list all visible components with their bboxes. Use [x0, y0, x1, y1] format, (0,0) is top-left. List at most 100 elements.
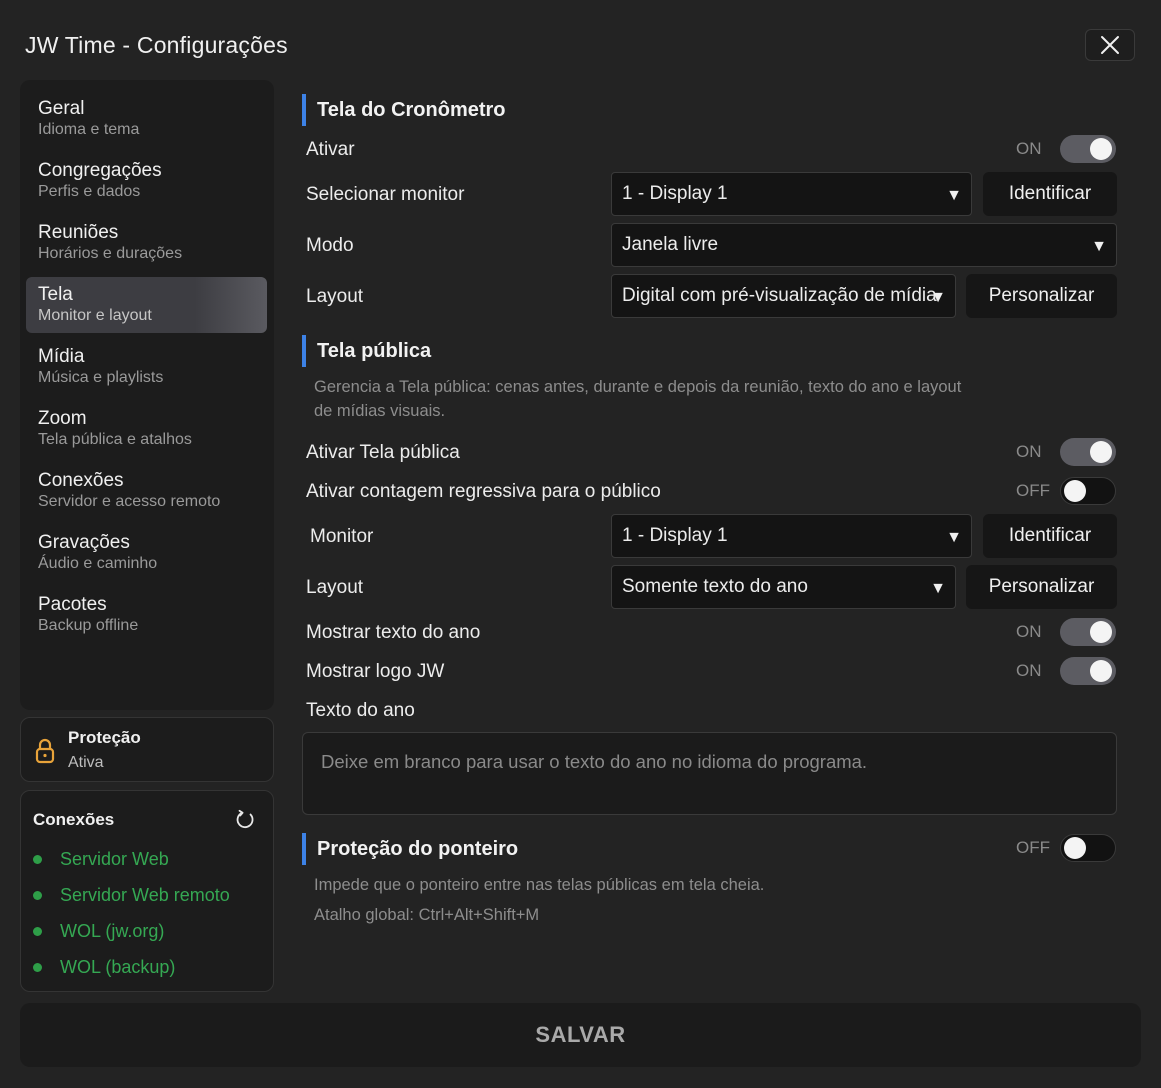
- pointer-protection-toggle[interactable]: [1060, 834, 1116, 862]
- public-customize-button[interactable]: Personalizar: [966, 565, 1117, 609]
- sidebar-item-label: Tela: [38, 284, 73, 305]
- timer-customize-button[interactable]: Personalizar: [966, 274, 1117, 318]
- toggle-state-text: ON: [1016, 661, 1042, 680]
- dropdown-arrow-icon: ▼: [930, 289, 946, 306]
- connections-title: Conexões: [33, 810, 115, 829]
- window-title: JW Time - Configurações: [25, 32, 288, 58]
- connection-label: Servidor Web: [60, 848, 169, 869]
- refresh-icon[interactable]: [234, 809, 256, 831]
- connection-item-servidor-web-remoto: Servidor Web remoto: [33, 883, 230, 907]
- toggle-state-text: ON: [1016, 622, 1042, 641]
- sidebar-item-gravacoes[interactable]: Gravações Áudio e caminho: [20, 528, 274, 590]
- sidebar-item-congregacoes[interactable]: Congregações Perfis e dados: [20, 156, 274, 218]
- sidebar-item-sublabel: Áudio e caminho: [38, 555, 158, 572]
- enable-public-toggle[interactable]: [1060, 438, 1116, 466]
- protection-status: Ativa: [68, 754, 104, 771]
- connection-item-wol-jw: WOL (jw.org): [33, 919, 164, 943]
- close-icon: [1101, 36, 1119, 54]
- show-yeartext-toggle-row: ON: [1016, 618, 1116, 646]
- public-layout-select[interactable]: Somente texto do ano ▼: [611, 565, 956, 609]
- toggle-knob: [1090, 660, 1112, 682]
- sidebar-nav: Geral Idioma e tema Congregações Perfis …: [20, 80, 274, 710]
- section-accent-bar: [302, 335, 306, 367]
- sidebar-item-label: Congregações: [38, 160, 162, 181]
- sidebar-item-sublabel: Monitor e layout: [38, 307, 152, 324]
- enable-public-toggle-row: ON: [1016, 438, 1116, 466]
- sidebar-item-sublabel: Servidor e acesso remoto: [38, 493, 221, 510]
- pointer-protection-shortcut: Atalho global: Ctrl+Alt+Shift+M: [314, 906, 540, 924]
- toggle-state-text: OFF: [1016, 838, 1050, 857]
- status-dot-icon: [33, 854, 42, 864]
- yeartext-input[interactable]: Deixe em branco para usar o texto do ano…: [302, 732, 1117, 815]
- select-value: 1 - Display 1: [622, 183, 728, 204]
- sidebar-item-sublabel: Perfis e dados: [38, 183, 141, 200]
- sidebar-item-pacotes[interactable]: Pacotes Backup offline: [20, 590, 274, 652]
- show-logo-label: Mostrar logo JW: [306, 661, 445, 682]
- sidebar-item-zoom[interactable]: Zoom Tela pública e atalhos: [20, 404, 274, 466]
- status-dot-icon: [33, 926, 42, 936]
- select-value: Digital com pré-visualização de mídia: [622, 285, 937, 306]
- description-line: Gerencia a Tela pública: cenas antes, du…: [314, 378, 962, 396]
- sidebar-item-sublabel: Horários e durações: [38, 245, 183, 262]
- sidebar-item-sublabel: Música e playlists: [38, 369, 164, 386]
- select-value: Somente texto do ano: [622, 576, 808, 597]
- public-screen-description: Gerencia a Tela pública: cenas antes, du…: [314, 375, 961, 423]
- show-logo-toggle[interactable]: [1060, 657, 1116, 685]
- sidebar-item-conexoes[interactable]: Conexões Servidor e acesso remoto: [20, 466, 274, 528]
- timer-monitor-select[interactable]: 1 - Display 1 ▼: [611, 172, 972, 216]
- toggle-state-text: OFF: [1016, 481, 1050, 500]
- select-value: 1 - Display 1: [622, 525, 728, 546]
- sidebar-item-geral[interactable]: Geral Idioma e tema: [20, 94, 274, 156]
- section-accent-bar: [302, 94, 306, 126]
- pointer-protection-description: Impede que o ponteiro entre nas telas pú…: [314, 876, 765, 894]
- enable-public-label: Ativar Tela pública: [306, 442, 460, 463]
- public-monitor-select[interactable]: 1 - Display 1 ▼: [611, 514, 972, 558]
- sidebar-item-sublabel: Idioma e tema: [38, 121, 140, 138]
- select-monitor-label: Selecionar monitor: [306, 184, 465, 205]
- section-title: Tela do Cronômetro: [317, 98, 506, 121]
- dropdown-arrow-icon: ▼: [946, 187, 962, 204]
- section-title: Proteção do ponteiro: [317, 837, 519, 860]
- activate-toggle-row: ON: [1016, 135, 1116, 163]
- toggle-knob: [1090, 621, 1112, 643]
- connection-item-wol-backup: WOL (backup): [33, 955, 175, 979]
- toggle-knob: [1064, 480, 1086, 502]
- sidebar-item-tela[interactable]: Tela Monitor e layout: [20, 277, 274, 342]
- select-value: Janela livre: [622, 234, 719, 255]
- timer-layout-label: Layout: [306, 286, 364, 307]
- mode-label: Modo: [306, 235, 354, 256]
- timer-mode-select[interactable]: Janela livre ▼: [611, 223, 1117, 267]
- connections-card: Conexões Servidor Web Servidor Web remot…: [20, 790, 274, 992]
- toggle-state-text: ON: [1016, 139, 1042, 158]
- public-monitor-label: Monitor: [310, 526, 374, 547]
- activate-label: Ativar: [306, 139, 355, 160]
- toggle-knob: [1064, 837, 1086, 859]
- sidebar-item-midia[interactable]: Mídia Música e playlists: [20, 342, 274, 404]
- toggle-knob: [1090, 441, 1112, 463]
- show-yeartext-toggle[interactable]: [1060, 618, 1116, 646]
- save-button[interactable]: SALVAR: [20, 1003, 1141, 1067]
- sidebar-item-label: Mídia: [38, 346, 85, 367]
- status-dot-icon: [33, 962, 42, 972]
- timer-layout-select[interactable]: Digital com pré-visualização de mídia ▼: [611, 274, 956, 318]
- dropdown-arrow-icon: ▼: [1091, 238, 1107, 255]
- protection-card[interactable]: Proteção Ativa: [20, 717, 274, 782]
- public-layout-label: Layout: [306, 577, 364, 598]
- sidebar-item-reunioes[interactable]: Reuniões Horários e durações: [20, 218, 274, 280]
- dropdown-arrow-icon: ▼: [930, 580, 946, 597]
- public-identify-button[interactable]: Identificar: [983, 514, 1117, 558]
- yeartext-label: Texto do ano: [306, 700, 415, 721]
- activate-toggle[interactable]: [1060, 135, 1116, 163]
- sidebar-item-label: Gravações: [38, 532, 130, 553]
- show-yeartext-label: Mostrar texto do ano: [306, 622, 481, 643]
- close-button[interactable]: [1085, 29, 1135, 61]
- section-pointer-protection: Proteção do ponteiro: [302, 833, 518, 865]
- countdown-toggle[interactable]: [1060, 477, 1116, 505]
- protection-title: Proteção: [68, 728, 141, 747]
- sidebar-item-sublabel: Backup offline: [38, 617, 139, 634]
- section-title: Tela pública: [317, 339, 432, 362]
- show-logo-toggle-row: ON: [1016, 657, 1116, 685]
- countdown-toggle-row: OFF: [1016, 477, 1116, 505]
- toggle-knob: [1090, 138, 1112, 160]
- timer-identify-button[interactable]: Identificar: [983, 172, 1117, 216]
